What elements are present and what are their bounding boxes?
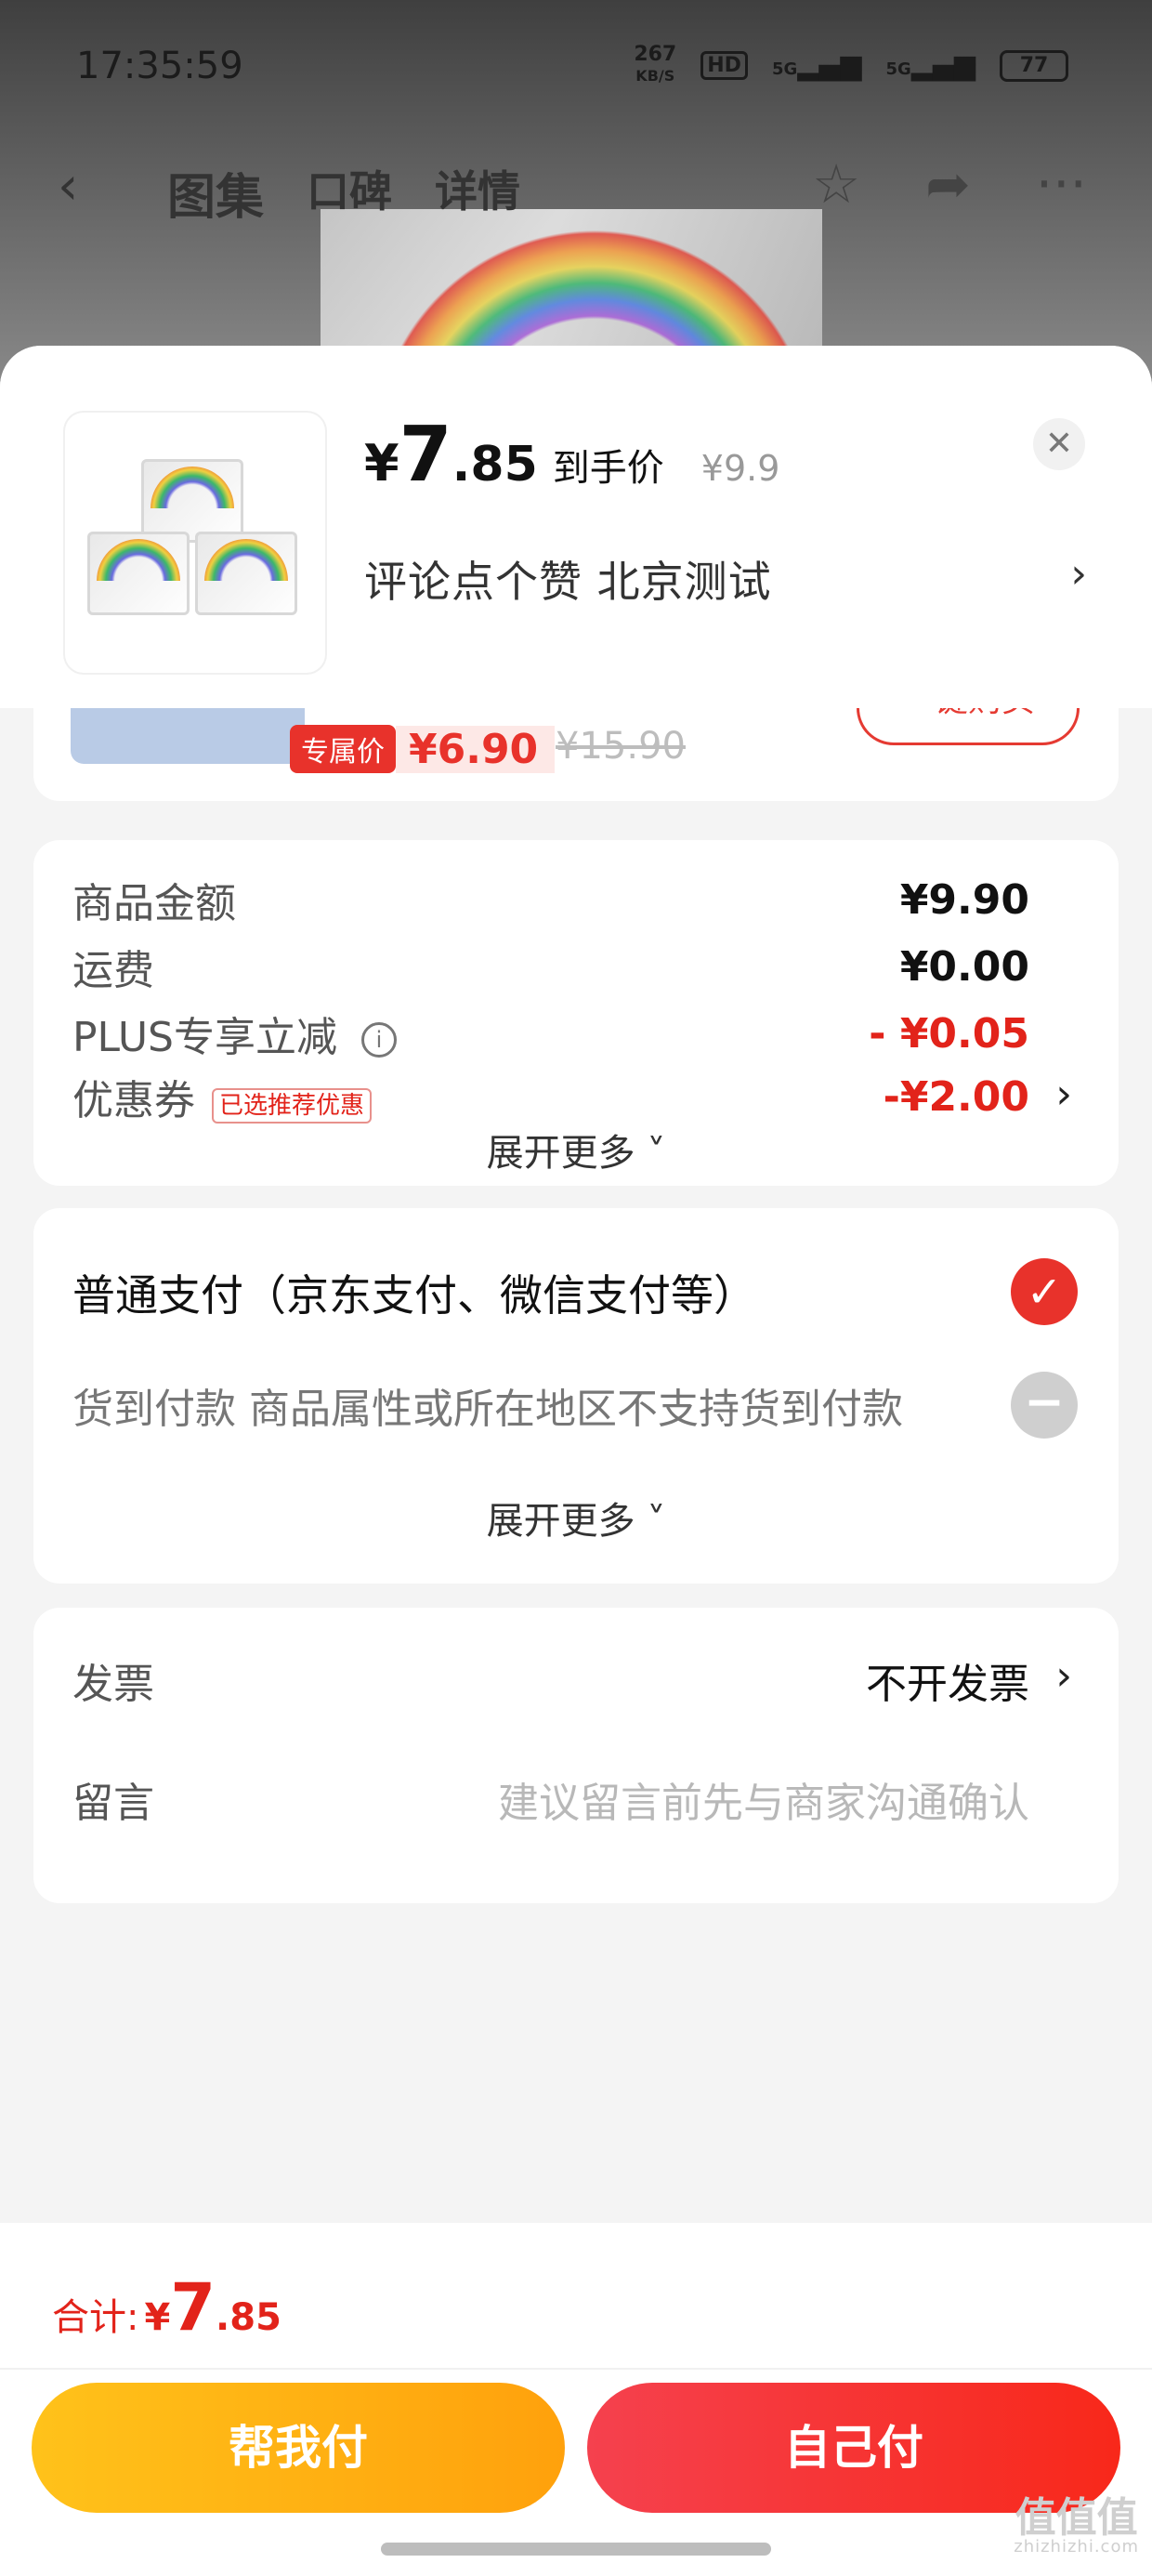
- check-icon[interactable]: ✓: [1011, 1258, 1078, 1325]
- star-icon[interactable]: ☆: [812, 152, 860, 216]
- price-summary-card: 商品金额 ¥9.90 运费 ¥0.00 PLUS专享立减 i - ¥0.05 优惠…: [33, 840, 1119, 1186]
- price-integer: 7: [399, 411, 452, 499]
- net-speed: 267 KB/S: [634, 45, 676, 86]
- plus-discount-row: PLUS专享立减 i - ¥0.05: [72, 1004, 1029, 1063]
- coupon-label: 优惠券: [72, 1077, 195, 1124]
- price-currency: ¥: [364, 434, 399, 493]
- net-speed-value: 267: [634, 43, 677, 66]
- pack-image: [141, 459, 243, 543]
- expand-more-label: 展开更多: [486, 1132, 635, 1175]
- status-icons: 267 KB/S HD 5G▂▄▆ 5G▂▄▆ 77: [634, 45, 1068, 86]
- expand-more-payment[interactable]: 展开更多 ˅: [33, 1491, 1119, 1544]
- total-decimal: .85: [216, 2296, 281, 2339]
- top-nav: ‹ 图集 口碑 详情 ☆ ➦ ···: [0, 149, 1152, 226]
- invoice-value: 不开发票: [866, 1661, 1029, 1708]
- original-price: ¥9.9: [700, 448, 780, 489]
- exclusive-tag: 专属价: [290, 725, 396, 773]
- chevron-right-icon[interactable]: ›: [1055, 1071, 1072, 1118]
- cod-payment-option: 货到付款 商品属性或所在地区不支持货到付款: [72, 1386, 903, 1433]
- self-pay-button[interactable]: 自己付: [587, 2383, 1120, 2513]
- total-integer: 7: [170, 2269, 216, 2346]
- price-label: 到手价: [552, 447, 664, 490]
- nav-tabs: 图集 口碑 详情: [167, 158, 520, 228]
- info-icon[interactable]: i: [361, 1022, 397, 1058]
- disabled-icon: −: [1011, 1372, 1078, 1439]
- back-icon[interactable]: ‹: [58, 156, 78, 217]
- watermark-main: 值值值: [1015, 2494, 1138, 2542]
- price-decimal: .85: [452, 437, 538, 493]
- normal-payment-option[interactable]: 普通支付（京东支付、微信支付等）: [72, 1262, 756, 1323]
- net-type-2: 5G: [885, 59, 911, 79]
- goods-amount-value: ¥9.90: [899, 875, 1029, 924]
- divider: [0, 2368, 1152, 2370]
- expand-more-summary[interactable]: 展开更多 ˅: [33, 1123, 1119, 1176]
- net-type-1: 5G: [771, 59, 798, 79]
- coupon-value: -¥2.00: [883, 1072, 1029, 1121]
- tab-reviews[interactable]: 口碑: [307, 158, 392, 228]
- pack-image: [195, 532, 297, 615]
- close-icon[interactable]: ✕: [1033, 418, 1085, 470]
- more-icon[interactable]: ···: [1036, 152, 1087, 216]
- tab-gallery[interactable]: 图集: [167, 158, 264, 228]
- exclusive-price: ¥6.90: [396, 725, 556, 773]
- product-thumbnail: [65, 413, 325, 673]
- plus-discount-label: PLUS专享立减: [72, 1014, 337, 1061]
- memo-input[interactable]: 建议留言前先与商家沟通确认: [498, 1769, 1029, 1829]
- goods-amount-row: 商品金额 ¥9.90: [72, 870, 1029, 929]
- recommend-old-price: ¥15.90: [556, 725, 686, 768]
- tab-details[interactable]: 详情: [435, 158, 520, 228]
- nav-actions: ☆ ➦ ···: [812, 152, 1087, 216]
- help-pay-button[interactable]: 帮我付: [32, 2383, 565, 2513]
- status-bar: 17:35:59 267 KB/S HD 5G▂▄▆ 5G▂▄▆ 77: [0, 0, 1152, 139]
- memo-row: 留言 建议留言前先与商家沟通确认: [72, 1769, 1029, 1829]
- exclusive-price-tag: 专属价 ¥6.90: [290, 721, 556, 777]
- coupon-row[interactable]: 优惠券 已选推荐优惠 -¥2.00: [72, 1067, 1029, 1126]
- recommend-image: [71, 708, 305, 764]
- chevron-right-icon[interactable]: ›: [1070, 550, 1087, 598]
- shipping-label: 运费: [72, 947, 154, 994]
- total-amount: 合计: ¥ 7 .85: [52, 2269, 281, 2346]
- total-label: 合计:: [52, 2296, 139, 2339]
- delivery-address[interactable]: 评论点个赞 北京测试: [364, 548, 772, 610]
- invoice-row[interactable]: 发票 不开发票: [72, 1650, 1029, 1710]
- shipping-value: ¥0.00: [899, 942, 1029, 991]
- net-speed-unit: KB/S: [635, 67, 675, 85]
- plus-discount-value: - ¥0.05: [869, 1009, 1029, 1058]
- shipping-row: 运费 ¥0.00: [72, 937, 1029, 996]
- invoice-label: 发票: [72, 1661, 154, 1708]
- watermark-sub: zhizhizhi.com: [1014, 2537, 1139, 2556]
- status-time: 17:35:59: [76, 45, 243, 87]
- watermark-logo: 值值值 zhizhizhi.com: [1014, 2498, 1139, 2556]
- pack-image: [87, 532, 190, 615]
- expand-more-label: 展开更多: [486, 1500, 635, 1543]
- coupon-badge: 已选推荐优惠: [212, 1087, 373, 1124]
- sheet-header: ¥ 7 .85 到手价 ¥9.9 ✕ 评论点个赞 北京测试 ›: [0, 346, 1152, 708]
- hd-icon: HD: [700, 51, 748, 80]
- bottom-bar: 合计: ¥ 7 .85 帮我付 自己付 值值值 zhizhizhi.com: [0, 2223, 1152, 2576]
- total-currency: ¥: [144, 2296, 171, 2339]
- extra-card: 发票 不开发票 › 留言 建议留言前先与商家沟通确认: [33, 1608, 1119, 1903]
- signal-icon: 5G▂▄▆: [771, 49, 862, 82]
- final-price: ¥ 7 .85 到手价 ¥9.9: [364, 411, 779, 499]
- battery-icon: 77: [1000, 49, 1068, 82]
- signal-icon-2: 5G▂▄▆: [885, 49, 975, 82]
- share-icon[interactable]: ➦: [925, 152, 971, 216]
- payment-card: 普通支付（京东支付、微信支付等） ✓ 货到付款 商品属性或所在地区不支持货到付款…: [33, 1208, 1119, 1584]
- memo-label: 留言: [72, 1780, 154, 1827]
- chevron-right-icon[interactable]: ›: [1055, 1652, 1072, 1700]
- home-indicator[interactable]: [381, 2543, 771, 2556]
- goods-amount-label: 商品金额: [72, 880, 236, 927]
